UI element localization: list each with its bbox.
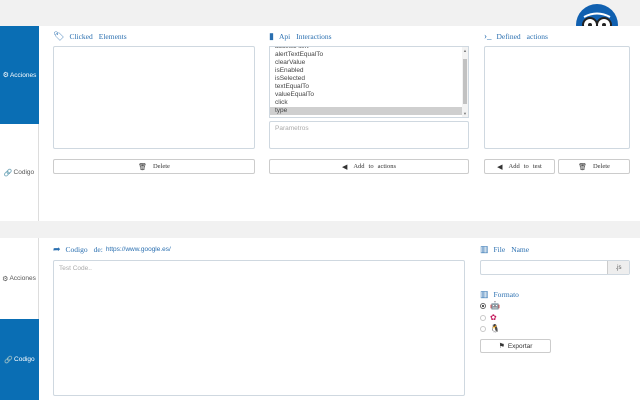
add-to-test-button[interactable]: ◀ Add to test	[484, 159, 555, 174]
barcode-icon: ▥	[480, 244, 489, 254]
list-item[interactable]: valueEqualTo	[270, 91, 468, 99]
actions-panel: ⚙ Acciones 🔗 Codigo 🏷 Clicked Elements 🗑…	[0, 26, 640, 221]
send-icon: ◀	[341, 162, 348, 171]
list-item-selected[interactable]: type	[270, 107, 468, 115]
green-robot-icon: 🤖	[490, 300, 500, 310]
title-word: Elements	[98, 32, 127, 41]
api-options: accessAlert alertTextEqualTo clearValue …	[270, 47, 468, 115]
penguin-icon: 🐧	[490, 323, 500, 333]
clicked-elements-list[interactable]	[53, 46, 255, 149]
defined-actions-title: ›_ Defined actions	[484, 31, 548, 41]
tag-icon: 🏷	[53, 31, 65, 41]
tab-codigo-label: Codigo	[13, 169, 35, 176]
send-icon: ◀	[497, 162, 503, 171]
pink-flower-icon: ✿	[490, 312, 497, 322]
title-word: Defined	[496, 31, 521, 41]
formato-title: ▥ Formato	[480, 289, 519, 300]
api-interactions-title: ▮ Api Interactions	[269, 31, 332, 42]
list-item[interactable]: isSelected	[270, 75, 468, 83]
tab-acciones-label: Acciones	[9, 275, 36, 282]
code-title: ➦ Codigo de: https://www.google.es/	[53, 244, 171, 255]
terminal-icon: ›_	[484, 31, 492, 41]
title-word: Clicked	[69, 32, 93, 41]
trash-icon: 🗑	[578, 162, 587, 171]
list-item[interactable]: clearValue	[270, 59, 468, 67]
tab-codigo-top[interactable]: 🔗 Codigo	[0, 124, 39, 221]
list-item[interactable]: isEnabled	[270, 67, 468, 75]
paperclip-icon: 🔗	[4, 356, 14, 364]
file-name-title: ▥ File Name	[480, 244, 529, 255]
list-item[interactable]: alertTextEqualTo	[270, 51, 468, 59]
title-word: de:	[93, 245, 103, 254]
flag-icon: ⚑	[498, 343, 505, 350]
title-word: Interactions	[296, 32, 332, 41]
scroll-down-icon[interactable]: ▼	[463, 111, 467, 116]
api-interactions-select[interactable]: accessAlert alertTextEqualTo clearValue …	[269, 46, 469, 118]
test-code-textarea[interactable]: Test Code..	[53, 260, 465, 396]
list-item[interactable]: click	[270, 99, 468, 107]
add-to-actions-button[interactable]: ◀ Add to actions	[269, 159, 469, 174]
scroll-thumb[interactable]	[463, 59, 467, 104]
tab-acciones-top[interactable]: ⚙ Acciones	[0, 26, 39, 124]
title-word: actions	[526, 31, 548, 41]
share-arrow-icon: ➦	[53, 244, 61, 254]
export-label: Exportar	[507, 342, 533, 350]
clicked-elements-title: 🏷 Clicked Elements	[53, 31, 127, 42]
radio[interactable]	[480, 325, 486, 332]
format-option[interactable]: 🤖	[480, 301, 500, 310]
book-icon: ▮	[269, 31, 274, 41]
btn-word: test	[532, 163, 542, 170]
code-url: https://www.google.es/	[105, 246, 171, 253]
btn-word: to	[523, 163, 529, 170]
title-word: File	[493, 245, 506, 254]
defined-actions-list[interactable]	[484, 46, 630, 149]
file-name-field[interactable]: .js	[480, 260, 630, 275]
formato-label: Formato	[493, 290, 519, 299]
export-button[interactable]: ⚑ Exportar	[480, 339, 551, 353]
btn-word: Add	[353, 163, 365, 170]
delete-label: Delete	[152, 163, 170, 170]
parametros-placeholder: Parametros	[275, 125, 309, 132]
delete-clicked-button[interactable]: 🗑 Delete	[53, 159, 255, 174]
scrollbar[interactable]: ▲ ▼	[462, 47, 468, 117]
title-word: Codigo	[65, 245, 88, 254]
trash-icon: 🗑	[138, 162, 147, 171]
btn-word: actions	[377, 163, 397, 170]
delete-label: Delete	[592, 163, 610, 170]
radio-checked[interactable]	[480, 302, 486, 309]
format-option[interactable]: ✿	[480, 313, 497, 322]
test-code-placeholder: Test Code..	[59, 265, 92, 272]
paperclip-icon: 🔗	[3, 169, 13, 177]
file-extension: .js	[615, 264, 622, 271]
scroll-up-icon[interactable]: ▲	[463, 48, 467, 53]
gear-icon: ⚙	[2, 72, 9, 79]
title-word: Name	[511, 245, 530, 254]
radio[interactable]	[480, 314, 486, 321]
tab-acciones-bottom[interactable]: ⚙ Acciones	[0, 238, 39, 319]
code-panel: ⚙ Acciones 🔗 Codigo ➦ Codigo de: https:/…	[0, 238, 640, 400]
barcode-icon: ▥	[480, 289, 489, 299]
delete-defined-button[interactable]: 🗑 Delete	[558, 159, 630, 174]
format-option[interactable]: 🐧	[480, 324, 500, 333]
title-word: Api	[278, 32, 291, 41]
tab-acciones-label: Acciones	[9, 71, 37, 79]
btn-word: Add	[508, 163, 520, 170]
tab-codigo-bottom[interactable]: 🔗 Codigo	[0, 319, 39, 400]
tab-codigo-label: Codigo	[14, 356, 35, 363]
parametros-input[interactable]: Parametros	[269, 121, 469, 149]
file-extension-addon: .js	[607, 261, 629, 274]
btn-word: to	[368, 163, 374, 170]
gear-icon: ⚙	[2, 275, 9, 283]
list-item[interactable]: textEqualTo	[270, 83, 468, 91]
